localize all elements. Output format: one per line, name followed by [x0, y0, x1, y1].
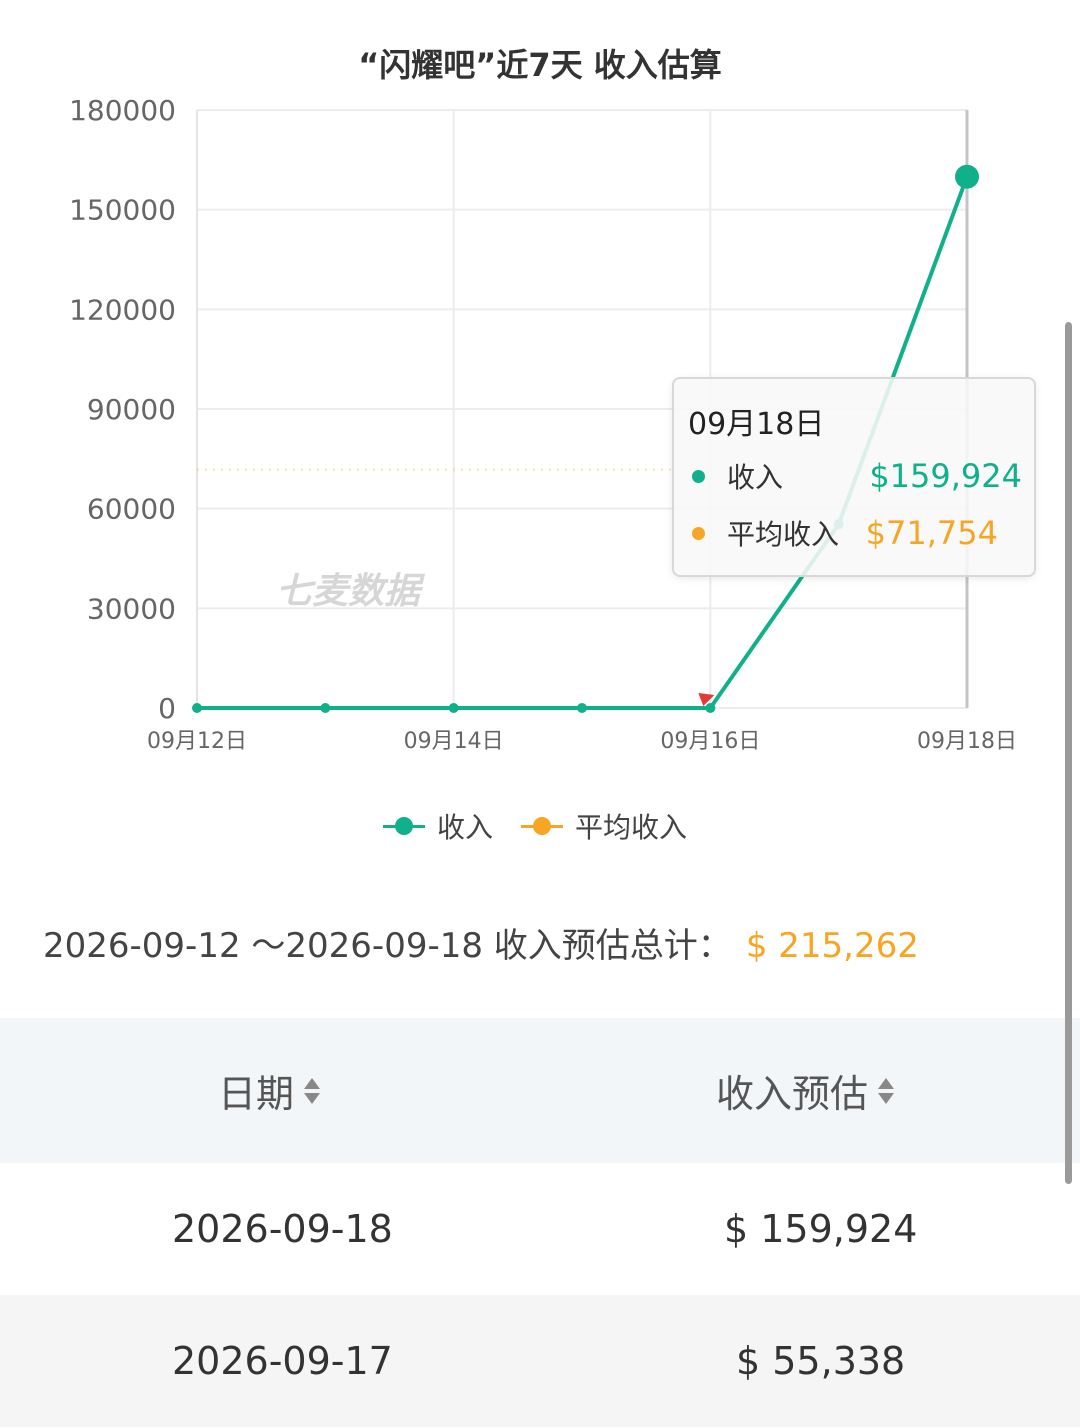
tooltip-value: $71,754 — [865, 514, 998, 552]
y-tick-label: 30000 — [87, 592, 176, 625]
summary-range: 2026-09-12 ～2026-09-18 收入预估总计： — [43, 926, 732, 966]
table-row: 2026-09-17 $ 55,338 — [0, 1295, 1080, 1427]
table-header: 日期 收入预估 — [0, 1018, 1080, 1163]
revenue-cell: $ 159,924 — [724, 1207, 918, 1251]
x-tick-label: 09月14日 — [404, 729, 504, 754]
date-cell: 2026-09-17 — [172, 1339, 393, 1383]
tooltip-label: 平均收入 — [727, 518, 840, 551]
chart-watermark: 七麦数据 — [276, 571, 426, 612]
data-point-revenue — [448, 703, 459, 713]
data-point-revenue — [192, 703, 202, 713]
tooltip-row-average: 平均收入 $71,754 — [692, 513, 1022, 553]
tooltip-row-revenue: 收入 $159,924 — [692, 456, 1022, 496]
x-tick-label: 09月12日 — [147, 729, 247, 754]
legend-label: 平均收入 — [575, 811, 688, 844]
data-point-revenue — [705, 703, 716, 713]
y-tick-label: 0 — [158, 692, 176, 725]
column-header-revenue[interactable]: 收入预估 — [716, 1018, 895, 1163]
sort-icon[interactable] — [878, 1077, 895, 1104]
data-point-revenue — [955, 164, 979, 189]
column-header-label: 收入预估 — [716, 1072, 869, 1116]
table-row: 2026-09-18 $ 159,924 — [0, 1163, 1080, 1295]
tooltip-value: $159,924 — [869, 457, 1022, 495]
data-point-revenue — [320, 703, 331, 713]
line-marker-icon — [383, 813, 425, 839]
summary-total: $ 215,262 — [745, 926, 919, 966]
y-tick-label: 90000 — [87, 393, 176, 426]
column-header-date[interactable]: 日期 — [218, 1018, 321, 1163]
revenue-cell: $ 55,338 — [736, 1339, 906, 1383]
data-point-revenue — [577, 703, 587, 713]
chart-legend: 收入 平均收入 — [383, 806, 715, 846]
chart-title: “闪耀吧”近7天 收入估算 — [358, 46, 721, 84]
legend-label: 收入 — [437, 811, 494, 844]
y-tick-label: 150000 — [69, 194, 176, 227]
chart-tooltip: 09月18日 收入 $159,924 平均收入 $71,754 — [672, 377, 1036, 577]
scrollbar[interactable] — [1065, 322, 1072, 1184]
revenue-summary: 2026-09-12 ～2026-09-18 收入预估总计： $ 215,262 — [43, 918, 919, 967]
revenue-dot-icon — [692, 469, 705, 483]
tooltip-label: 收入 — [727, 461, 784, 494]
y-tick-label: 60000 — [87, 493, 176, 526]
legend-item-revenue[interactable]: 收入 — [383, 806, 493, 846]
average-dot-icon — [692, 526, 705, 540]
sort-icon[interactable] — [304, 1077, 321, 1104]
x-tick-label: 09月16日 — [660, 729, 760, 754]
line-marker-icon — [521, 813, 564, 839]
legend-item-average[interactable]: 平均收入 — [521, 806, 687, 846]
y-tick-label: 180000 — [69, 94, 176, 127]
date-cell: 2026-09-18 — [172, 1207, 393, 1251]
column-header-label: 日期 — [218, 1072, 295, 1116]
x-tick-label: 09月18日 — [917, 729, 1017, 754]
y-tick-label: 120000 — [69, 293, 176, 326]
tooltip-date: 09月18日 — [688, 407, 825, 442]
